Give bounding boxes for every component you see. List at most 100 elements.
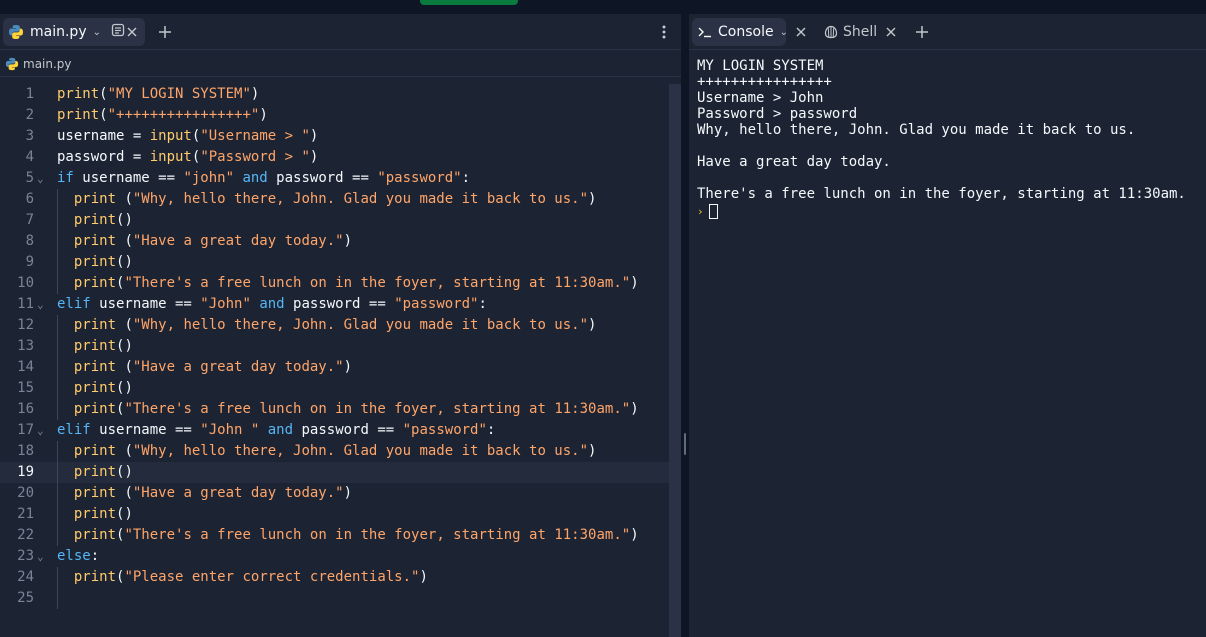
- code-text: password = input("Password > "): [57, 147, 318, 168]
- code-line[interactable]: 4 password = input("Password > "): [0, 147, 669, 168]
- add-tab-icon[interactable]: [912, 22, 932, 42]
- code-token: print: [73, 317, 117, 333]
- line-number: 1: [25, 86, 34, 102]
- code-line[interactable]: 20 print ("Have a great day today."): [0, 483, 669, 504]
- code-token: ): [588, 317, 597, 333]
- code-token: (: [116, 359, 133, 375]
- pane-divider[interactable]: [681, 14, 689, 637]
- code-token: ): [588, 191, 597, 207]
- line-number: 16: [17, 401, 34, 417]
- fold-chevron-icon[interactable]: ⌄: [37, 168, 44, 189]
- indent-guide: [57, 315, 58, 420]
- run-button[interactable]: [420, 0, 518, 5]
- line-number: 9: [25, 254, 34, 270]
- line-number: 5: [25, 170, 34, 186]
- console-output[interactable]: MY LOGIN SYSTEM ++++++++++++++++ Username …: [697, 58, 1202, 220]
- code-token: ): [588, 443, 597, 459]
- breadcrumb-file[interactable]: main.py: [23, 57, 72, 71]
- add-tab-icon[interactable]: [155, 22, 175, 42]
- line-number: 18: [17, 443, 34, 459]
- code-line[interactable]: 13 print(): [0, 336, 669, 357]
- close-tab-icon[interactable]: [883, 23, 899, 41]
- prompt-arrow-icon: ›: [697, 204, 704, 218]
- indent-guide: [57, 441, 58, 546]
- code-line[interactable]: 15 print(): [0, 378, 669, 399]
- code-line[interactable]: 3 username = input("Username > "): [0, 126, 669, 147]
- code-token: "Have a great day today.": [132, 233, 344, 249]
- code-line[interactable]: 11 ⌄ elif username == "John" and password …: [0, 294, 669, 315]
- code-text: print("Please enter correct credentials.…: [57, 567, 428, 588]
- code-editor[interactable]: 1 print("MY LOGIN SYSTEM") 2 print("+++++++…: [0, 84, 669, 609]
- code-line[interactable]: 16 print("There's a free lunch on in the…: [0, 399, 669, 420]
- code-token: "Username > ": [200, 128, 310, 144]
- code-line[interactable]: 12 print ("Why, hello there, John. Glad …: [0, 315, 669, 336]
- code-text: if username == "john" and password == "p…: [57, 168, 470, 189]
- code-line[interactable]: 1 print("MY LOGIN SYSTEM"): [0, 84, 669, 105]
- chevron-down-icon[interactable]: ⌄: [93, 27, 101, 38]
- code-token: print: [73, 233, 117, 249]
- code-line[interactable]: 10 print("There's a free lunch on in the…: [0, 273, 669, 294]
- console-line: There's a free lunch on in the foyer, st…: [697, 186, 1186, 202]
- code-text: print(): [57, 378, 133, 399]
- fold-chevron-icon[interactable]: ⌄: [37, 546, 44, 567]
- indent-guide: [57, 567, 58, 609]
- fold-chevron-icon[interactable]: ⌄: [37, 294, 44, 315]
- code-line[interactable]: 6 print ("Why, hello there, John. Glad y…: [0, 189, 669, 210]
- code-token: "password": [402, 422, 487, 438]
- chevron-down-icon[interactable]: ⌄: [780, 27, 788, 38]
- code-line[interactable]: 21 print(): [0, 504, 669, 525]
- code-token: ): [343, 485, 353, 501]
- code-text: print("There's a free lunch on in the fo…: [57, 525, 639, 546]
- code-line[interactable]: 25: [0, 588, 669, 609]
- code-token: "Have a great day today.": [132, 359, 344, 375]
- code-line[interactable]: 18 print ("Why, hello there, John. Glad …: [0, 441, 669, 462]
- code-token: if: [57, 170, 74, 186]
- code-token: "Why, hello there, John. Glad you made i…: [132, 317, 589, 333]
- resize-handle[interactable]: [684, 433, 686, 455]
- code-line[interactable]: 24 print("Please enter correct credentia…: [0, 567, 669, 588]
- code-token: ): [630, 527, 639, 543]
- code-line[interactable]: 17 ⌄ elif username == "John " and password…: [0, 420, 669, 441]
- close-tab-icon[interactable]: [124, 23, 140, 41]
- editor-scrollbar[interactable]: [669, 84, 681, 637]
- code-token: print: [73, 506, 117, 522]
- code-token: input: [149, 149, 192, 165]
- code-line[interactable]: 7 print(): [0, 210, 669, 231]
- code-token: print: [73, 359, 117, 375]
- code-line[interactable]: 14 print ("Have a great day today."): [0, 357, 669, 378]
- code-line[interactable]: 5 ⌄ if username == "john" and password == …: [0, 168, 669, 189]
- code-token: print: [73, 212, 117, 228]
- code-token: "Why, hello there, John. Glad you made i…: [132, 191, 589, 207]
- code-line[interactable]: 8 print ("Have a great day today."): [0, 231, 669, 252]
- code-token: "John ": [200, 422, 260, 438]
- code-token: (: [116, 485, 133, 501]
- code-token: :: [90, 548, 100, 564]
- code-line[interactable]: 22 print("There's a free lunch on in the…: [0, 525, 669, 546]
- tab-console[interactable]: Console ⌄: [692, 18, 788, 46]
- code-token: "There's a free lunch on in the foyer, s…: [124, 527, 631, 543]
- code-line[interactable]: 23 ⌄ else:: [0, 546, 669, 567]
- code-token: username ==: [90, 296, 201, 312]
- line-number: 22: [17, 527, 34, 543]
- code-line[interactable]: 19 print(): [0, 462, 669, 483]
- code-line[interactable]: 2 print("++++++++++++++++"): [0, 105, 669, 126]
- code-token: (): [116, 338, 133, 354]
- code-text: print(): [57, 462, 133, 483]
- more-options-icon[interactable]: [656, 22, 672, 42]
- close-tab-icon[interactable]: [793, 23, 809, 41]
- code-line[interactable]: 9 print(): [0, 252, 669, 273]
- file-outline-icon[interactable]: [111, 23, 125, 41]
- code-token: print: [73, 254, 117, 270]
- code-token: "john": [183, 170, 235, 186]
- code-token: and: [267, 422, 294, 438]
- console-prompt[interactable]: ›: [697, 202, 1202, 220]
- fold-chevron-icon[interactable]: ⌄: [37, 420, 44, 441]
- line-number: 2: [25, 107, 34, 123]
- code-token: ): [630, 401, 639, 417]
